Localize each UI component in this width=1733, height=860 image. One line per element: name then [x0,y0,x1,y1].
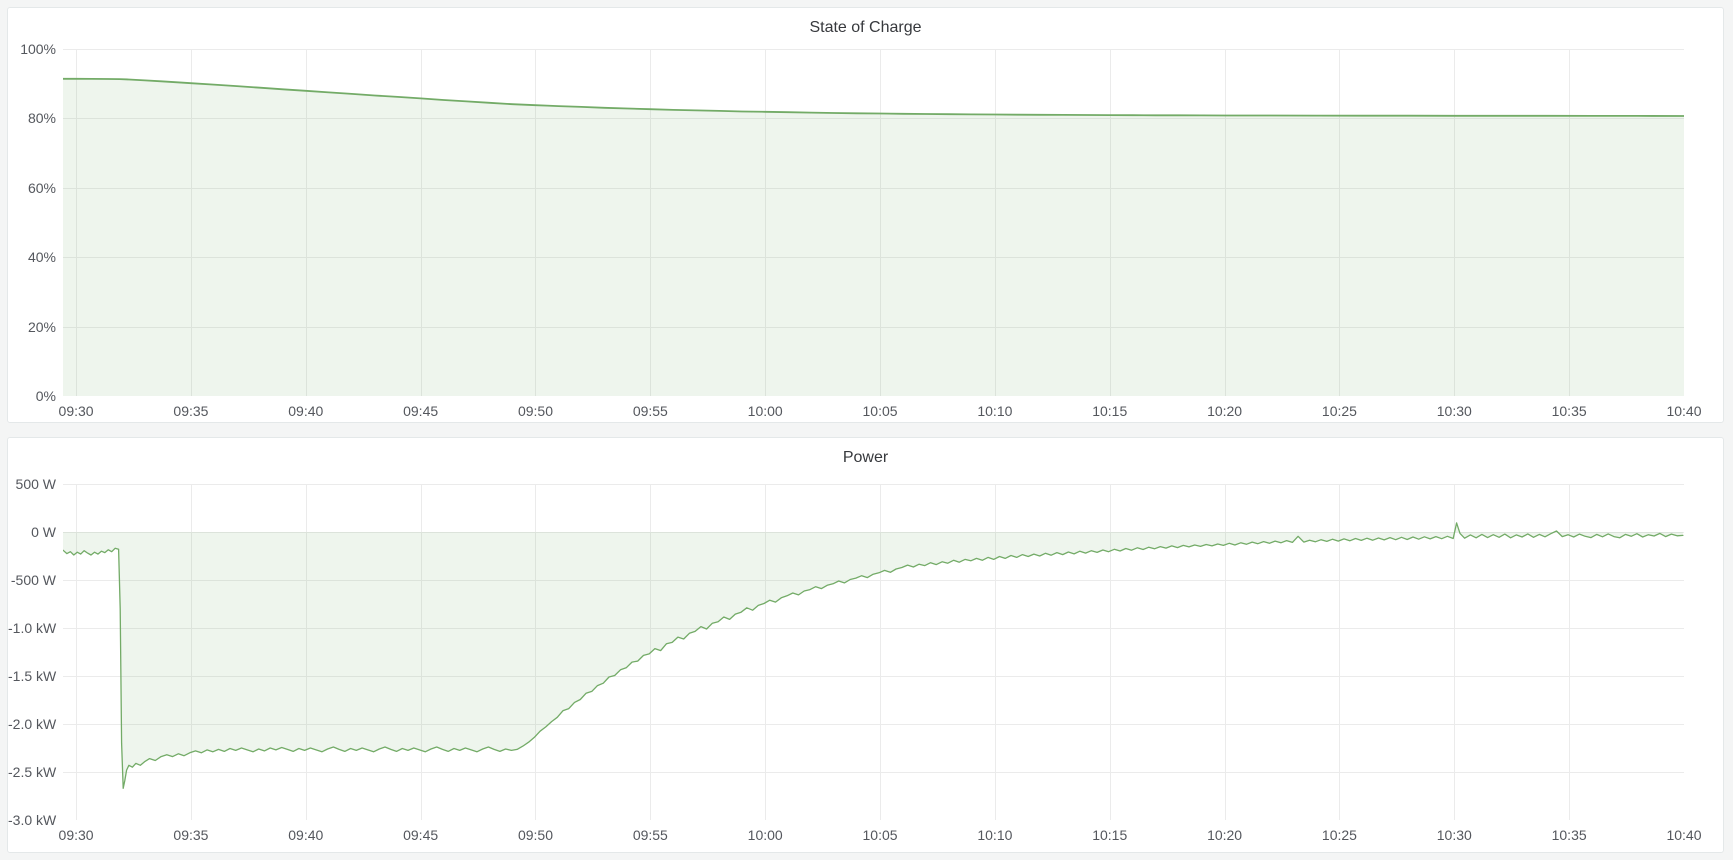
y-axis-tick-label: -3.0 kW [8,812,56,828]
x-axis-tick-label: 09:45 [384,827,458,844]
x-axis-tick-label: 09:40 [269,827,343,844]
x-axis-tick-label: 09:55 [613,403,687,420]
x-axis-tick-label: 10:35 [1532,403,1606,420]
series-area-fill [63,523,1683,788]
x-axis-tick-label: 10:40 [1647,827,1721,844]
y-axis-tick-label: 20% [8,319,56,335]
x-axis-tick-label: 10:10 [958,403,1032,420]
x-axis-tick-label: 09:40 [269,403,343,420]
y-axis-tick-label: 100% [8,41,56,57]
series-area-fill [63,79,1684,396]
y-axis-tick-label: -2.0 kW [8,716,56,732]
y-axis-tick-label: -2.5 kW [8,764,56,780]
x-axis-tick-label: 10:35 [1532,827,1606,844]
panel-title-state-of-charge[interactable]: State of Charge [8,19,1723,37]
x-axis-tick-label: 10:20 [1188,403,1262,420]
x-axis-tick-label: 10:05 [843,403,917,420]
x-axis-tick-label: 10:15 [1073,403,1147,420]
x-axis-tick-label: 10:15 [1073,827,1147,844]
x-axis-tick-label: 09:55 [613,827,687,844]
x-axis-tick-label: 10:30 [1417,827,1491,844]
chart-canvas[interactable] [63,484,1684,820]
x-axis-tick-label: 10:20 [1188,827,1262,844]
x-axis-tick-label: 10:05 [843,827,917,844]
x-axis-tick-label: 10:25 [1302,827,1376,844]
x-axis-tick-label: 09:45 [384,403,458,420]
y-axis-tick-label: 40% [8,249,56,265]
x-axis-tick-label: 09:35 [154,403,228,420]
panel-power: Power 500 W 0 W -500 W -1.0 kW -1.5 kW -2.0 k… [7,437,1724,853]
x-axis-tick-label: 09:50 [498,403,572,420]
y-axis-tick-label: -500 W [8,572,56,588]
panel-state-of-charge: State of Charge 0% 20% 40% 60% 80% 100% 09:30 0… [7,7,1724,423]
x-axis-tick-label: 09:30 [39,403,113,420]
y-axis-tick-label: 0% [8,388,56,404]
panel-title-power[interactable]: Power [8,449,1723,467]
y-axis-tick-label: 500 W [8,476,56,492]
y-axis-tick-label: -1.5 kW [8,668,56,684]
x-axis-tick-label: 10:00 [728,403,802,420]
x-axis-tick-label: 10:40 [1647,403,1721,420]
plot-area-power[interactable] [63,484,1684,820]
y-axis-tick-label: 0 W [8,524,56,540]
x-axis-tick-label: 10:30 [1417,403,1491,420]
x-axis-tick-label: 10:10 [958,827,1032,844]
x-axis-tick-label: 10:25 [1302,403,1376,420]
x-axis-tick-label: 09:50 [498,827,572,844]
chart-canvas[interactable] [63,49,1684,396]
y-axis-tick-label: 80% [8,110,56,126]
y-axis-tick-label: 60% [8,180,56,196]
plot-area-state-of-charge[interactable] [63,49,1684,396]
x-axis-tick-label: 09:35 [154,827,228,844]
grafana-dashboard: { "page": { "background": "#f4f5f5", "pa… [0,0,1733,860]
x-axis-tick-label: 09:30 [39,827,113,844]
y-axis-tick-label: -1.0 kW [8,620,56,636]
x-axis-tick-label: 10:00 [728,827,802,844]
